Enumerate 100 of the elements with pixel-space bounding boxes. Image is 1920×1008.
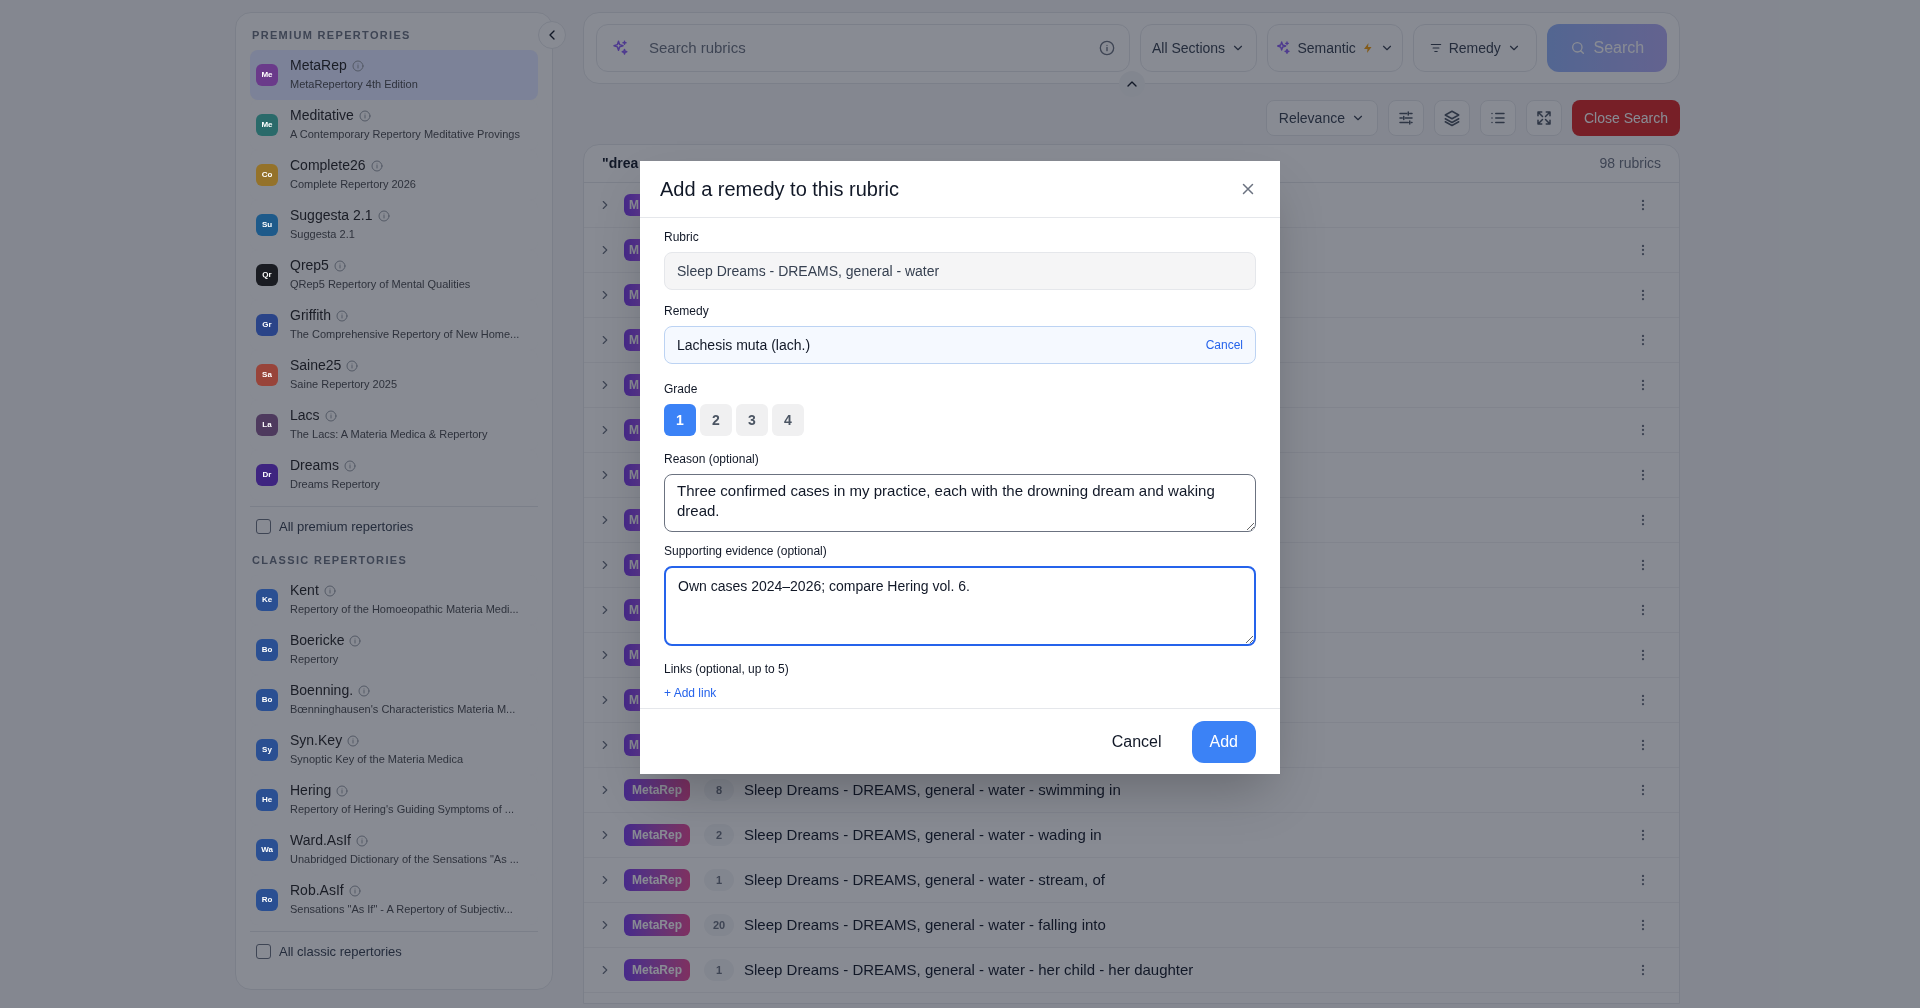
repertory-name: Rob.AsIf: [290, 882, 344, 900]
reason-field[interactable]: Three confirmed cases in my practice, each with the drowning dream and waking dread.: [664, 474, 1256, 532]
info-icon: [377, 210, 390, 223]
repertory-avatar: Qr: [256, 263, 278, 286]
repertory-avatar: Dr: [256, 463, 278, 486]
grade-button[interactable]: 3: [736, 404, 768, 436]
repertory-avatar: Sy: [256, 738, 278, 761]
info-icon: [358, 685, 371, 698]
field-label: Supporting evidence (optional): [664, 543, 828, 560]
grade-button[interactable]: 2: [700, 404, 732, 436]
repertory-avatar: Ke: [256, 588, 278, 611]
remedy-count: 8: [704, 779, 734, 801]
repertory-name: MetaRep: [290, 57, 347, 75]
repertory-subtitle: Saine Repertory 2025: [290, 377, 397, 392]
info-icon: [336, 785, 349, 798]
field-label: Rubric: [664, 229, 700, 246]
field-label: Links (optional, up to 5): [664, 661, 790, 678]
info-icon: [336, 310, 348, 323]
checkbox-label: All classic repertories: [279, 942, 402, 961]
repertory-name: Qrep5: [290, 257, 329, 275]
filter-icon: [1428, 41, 1443, 55]
repertory-avatar: Bo: [256, 638, 278, 661]
sparkle-icon: [611, 39, 629, 57]
add-button[interactable]: Add: [1191, 720, 1256, 763]
repertory-subtitle: Complete Repertory 2026: [290, 177, 416, 192]
search-icon: [1569, 40, 1586, 56]
info-icon: [370, 160, 383, 173]
repertory-badge: MetaRep: [624, 914, 690, 936]
repertory-avatar: Ro: [256, 888, 278, 911]
repertory-avatar: He: [256, 788, 278, 811]
repertory-avatar: La: [256, 413, 278, 436]
info-icon: [333, 260, 346, 273]
repertory-name: Lacs: [290, 407, 320, 425]
repertory-avatar: Wa: [256, 838, 278, 861]
repertory-subtitle: Unabridged Dictionary of the Sensations "As ...: [290, 852, 519, 867]
repertory-subtitle: QRep5 Repertory of Mental Qualities: [290, 277, 471, 292]
toolbar-button[interactable]: [1525, 100, 1562, 136]
remedy-count: 1: [704, 959, 734, 981]
add-link[interactable]: + Add link: [664, 684, 717, 702]
grade-button[interactable]: 4: [772, 404, 804, 436]
section-heading: PREMIUM REPERTORIES: [251, 28, 412, 43]
repertory-name: Boericke: [290, 632, 345, 650]
repertory-subtitle: Repertory of Hering's Guiding Symptoms of ...: [290, 802, 515, 817]
toolbar-button[interactable]: [1433, 100, 1470, 136]
repertory-name: Saine25: [290, 357, 342, 375]
repertory-avatar: Co: [256, 163, 278, 186]
info-icon: [355, 835, 368, 848]
mode-dropdown[interactable]: Semantic: [1266, 24, 1403, 72]
repertory-name: Griffith: [290, 307, 331, 325]
repertory-subtitle: Synoptic Key of the Materia Medica: [290, 752, 464, 767]
filter-dropdown[interactable]: Remedy: [1412, 24, 1537, 72]
checkbox[interactable]: [256, 518, 271, 534]
repertory-name: Meditative: [290, 107, 354, 125]
info-icon: [324, 410, 337, 423]
remedy-count: 2: [704, 824, 734, 846]
query-text: "drea: [602, 154, 639, 173]
sort-dropdown[interactable]: Relevance: [1265, 100, 1378, 136]
evidence-field[interactable]: Own cases 2024–2026; compare Hering vol. 6.: [664, 566, 1256, 646]
repertory-badge: MetaRep: [624, 869, 690, 891]
remedy-value: Lachesis muta (lach.): [677, 335, 811, 355]
checkbox[interactable]: [256, 943, 271, 959]
cancel-link[interactable]: Cancel: [1205, 336, 1243, 354]
info-icon: [1099, 40, 1116, 56]
field-label: Reason (optional): [664, 451, 760, 468]
remedy-count: 20: [704, 914, 734, 936]
info-icon: [348, 885, 361, 898]
repertory-avatar: Su: [256, 213, 278, 236]
repertory-badge: MetaRep: [624, 779, 690, 801]
search-input[interactable]: Search rubrics: [649, 36, 1080, 60]
repertory-name: Suggesta 2.1: [290, 207, 373, 225]
rubric-title: Sleep Dreams - DREAMS, general - water - wading in: [744, 824, 1102, 845]
collapse-button[interactable]: [538, 21, 566, 49]
repertory-avatar: Bo: [256, 688, 278, 711]
search-box[interactable]: Search rubrics: [596, 24, 1131, 72]
info-icon: [358, 110, 371, 123]
repertory-avatar: Gr: [256, 313, 278, 336]
result-count: 98 rubrics: [1599, 154, 1661, 173]
toolbar-button[interactable]: [1387, 100, 1424, 136]
checkbox-label: All premium repertories: [279, 517, 414, 536]
repertory-subtitle: Bœnninghausen's Characteristics Materia M...: [290, 702, 516, 717]
toolbar-button[interactable]: [1479, 100, 1516, 136]
repertory-name: Dreams: [290, 457, 339, 475]
repertory-badge: MetaRep: [624, 959, 690, 981]
repertory-name: Boenning.: [290, 682, 354, 700]
repertory-subtitle: Repertory of the Homoeopathic Materia Medi...: [290, 602, 519, 617]
repertory-avatar: Me: [256, 113, 278, 136]
sections-dropdown[interactable]: All Sections: [1140, 24, 1257, 72]
repertory-item[interactable]: Me MetaRep MetaRepertory 4th Edition: [250, 49, 538, 100]
grade-button[interactable]: 1: [664, 404, 696, 436]
repertory-subtitle: The Lacs: A Materia Medica & Repertory: [290, 427, 488, 442]
cancel-button[interactable]: Cancel: [1097, 721, 1176, 762]
repertory-avatar: Me: [256, 63, 278, 86]
rubric-title: Sleep Dreams - DREAMS, general - water - swimming in: [744, 779, 1121, 800]
repertory-name: Hering: [290, 782, 332, 800]
repertory-avatar: Sa: [256, 363, 278, 386]
repertory-subtitle: The Comprehensive Repertory of New Home...: [290, 327, 520, 342]
rubric-title: Sleep Dreams - DREAMS, general - water - falling into: [744, 914, 1106, 935]
sliders-icon: [1396, 109, 1415, 127]
info-icon: [323, 585, 336, 598]
repertory-subtitle: Sensations "As If" - A Repertory of Subjectiv...: [290, 902, 513, 917]
